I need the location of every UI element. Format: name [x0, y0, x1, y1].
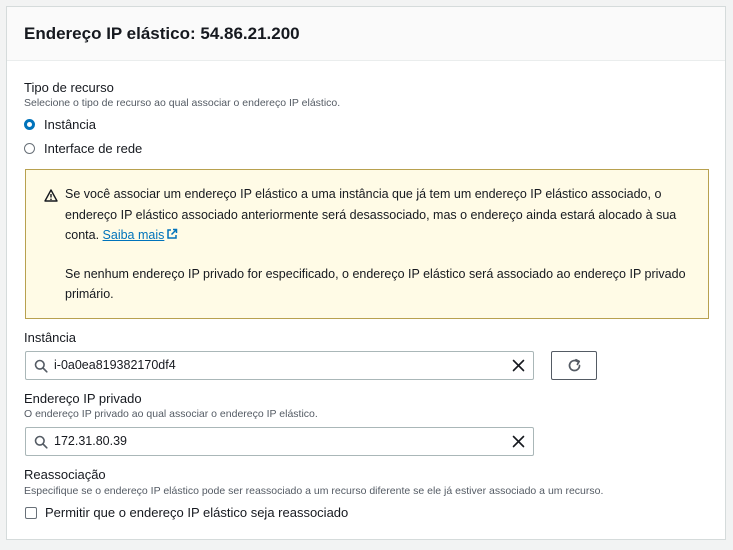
clear-icon[interactable]: [512, 435, 525, 448]
radio-network-interface[interactable]: Interface de rede: [24, 141, 142, 156]
external-link-icon[interactable]: [166, 228, 178, 240]
alert-line: endereço IP elástico associado anteriorm…: [65, 207, 677, 222]
alert-line: Se você associar um endereço IP elástico…: [65, 187, 662, 201]
resource-type-description: Selecione o tipo de recurso ao qual asso…: [24, 97, 341, 109]
radio-network-interface-control[interactable]: [24, 143, 35, 154]
radio-instance-control[interactable]: [24, 119, 35, 130]
allow-reassociation-checkbox[interactable]: [25, 506, 37, 519]
private-ip-description: O endereço IP privado ao qual associar o…: [24, 408, 318, 420]
allow-reassociation-option[interactable]: Permitir que o endereço IP elástico seja…: [25, 505, 348, 520]
search-icon: [34, 435, 48, 449]
alert-line: conta. Saiba mais: [65, 225, 705, 246]
clear-icon[interactable]: [512, 359, 525, 372]
reassociation-description: Especifique se o endereço IP elástico po…: [24, 485, 604, 497]
alert-spacer: [65, 246, 705, 264]
reassociation-label: Reassociação: [24, 467, 106, 482]
page-title: Endereço IP elástico: 54.86.21.200: [24, 24, 300, 43]
instance-label: Instância: [24, 330, 77, 345]
warning-icon: [44, 189, 58, 202]
radio-network-interface-label: Interface de rede: [44, 141, 143, 156]
alert-line: primário.: [65, 287, 114, 301]
alert-line: Se nenhum endereço IP privado for especi…: [65, 266, 686, 281]
private-ip-search-input[interactable]: 172.31.80.39: [25, 427, 534, 456]
allow-reassociation-label: Permitir que o endereço IP elástico seja…: [45, 505, 349, 520]
learn-more-link[interactable]: Saiba mais: [103, 228, 165, 242]
resource-type-label: Tipo de recurso: [24, 80, 114, 95]
instance-input-value[interactable]: i-0a0ea819382170df4: [54, 358, 176, 372]
refresh-button[interactable]: [551, 351, 597, 380]
search-icon: [34, 359, 48, 373]
alert-line-text: conta.: [65, 228, 103, 242]
instance-search-input[interactable]: i-0a0ea819382170df4: [25, 351, 534, 380]
radio-instance[interactable]: Instância: [24, 117, 96, 132]
private-ip-label: Endereço IP privado: [24, 391, 142, 406]
refresh-icon: [568, 358, 581, 372]
alert-content: Se você associar um endereço IP elástico…: [65, 184, 705, 305]
associate-elastic-ip-panel: Endereço IP elástico: 54.86.21.200 Tipo …: [6, 6, 726, 540]
panel-header: Endereço IP elástico: 54.86.21.200: [7, 7, 725, 61]
warning-alert: Se você associar um endereço IP elástico…: [25, 169, 709, 319]
private-ip-input-value[interactable]: 172.31.80.39: [54, 434, 127, 448]
radio-instance-label: Instância: [44, 117, 97, 132]
